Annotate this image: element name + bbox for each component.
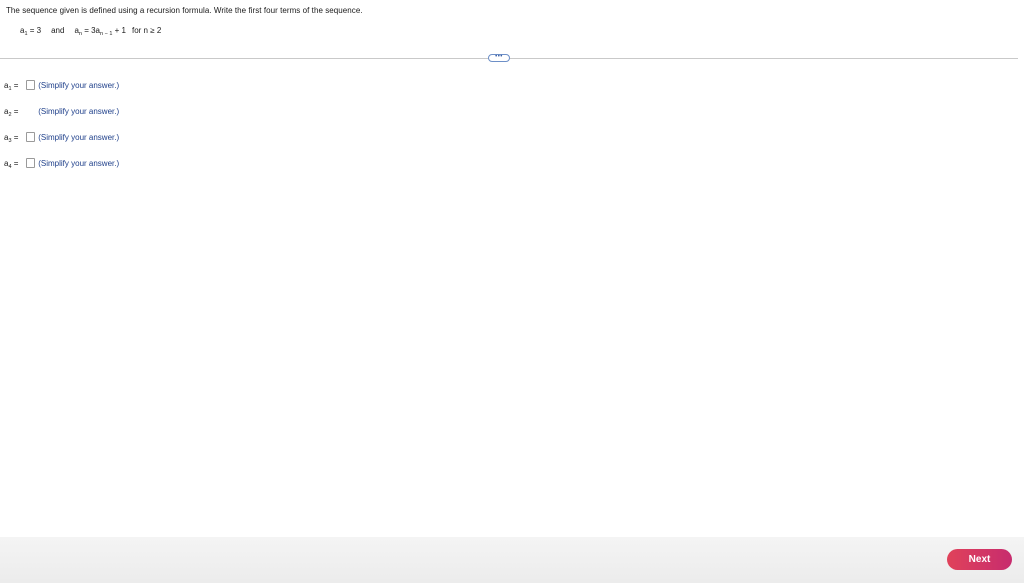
simplify-hint: (Simplify your answer.) [38,81,120,90]
simplify-hint: (Simplify your answer.) [38,107,120,116]
answer-label: a3 = [4,133,19,144]
answer-label: a2 = [4,107,19,118]
recursion-formula: a1 = 3 and an = 3an − 1 + 1 for n ≥ 2 [20,26,161,37]
answer-label: a4 = [4,159,19,170]
answer-input-a4[interactable] [26,158,35,168]
simplify-hint: (Simplify your answer.) [38,133,120,142]
simplify-hint: (Simplify your answer.) [38,159,120,168]
answer-input-a2[interactable] [26,106,35,116]
base-term-eq: = 3 [29,26,42,35]
answer-row-a3: a3 = (Simplify your answer.) [4,132,119,146]
answer-input-a1[interactable] [26,80,35,90]
rec-eq: = 3a [84,26,100,35]
rec-lhs-sub: n [78,31,82,37]
formula-and: and [51,26,65,35]
question-page: The sequence given is defined using a re… [0,0,1024,583]
answer-row-a2: a2 = (Simplify your answer.) [4,106,119,120]
answer-row-a4: a4 = (Simplify your answer.) [4,158,119,172]
formula-condition: for n ≥ 2 [131,26,162,35]
next-button[interactable]: Next [947,549,1012,570]
footer-bar [0,537,1024,583]
answer-row-a1: a1 = (Simplify your answer.) [4,80,119,94]
question-instruction: The sequence given is defined using a re… [6,6,363,15]
rec-tail: + 1 [114,26,126,35]
rec-rhs-sub: n − 1 [100,31,113,37]
more-options-button[interactable]: ••• [488,54,510,62]
base-term-sub: 1 [24,31,28,37]
answer-input-a3[interactable] [26,132,35,142]
answer-label: a1 = [4,81,19,92]
